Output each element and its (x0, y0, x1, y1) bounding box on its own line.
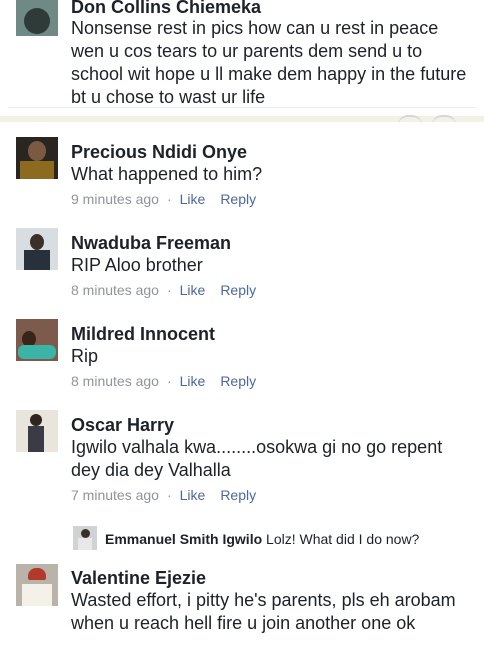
reply-button[interactable]: Reply (220, 282, 256, 298)
reply-button[interactable]: Reply (220, 191, 256, 207)
separator-dot: · (166, 191, 172, 207)
like-button[interactable]: Like (180, 487, 206, 503)
separator-dot: · (166, 487, 172, 503)
separator-dot: · (166, 373, 172, 389)
comment-author-name[interactable]: Nwaduba Freeman (71, 232, 231, 254)
reply-preview[interactable]: Emmanuel Smith Igwilo Lolz! What did I d… (73, 526, 473, 552)
comment-text: RIP Aloo brother (71, 255, 203, 275)
like-button[interactable]: Like (180, 191, 206, 207)
avatar[interactable] (73, 526, 97, 550)
comment-meta: 8 minutes ago · Like Reply (71, 281, 256, 299)
like-button[interactable]: Like (180, 282, 206, 298)
separator-dot: · (166, 282, 172, 298)
avatar[interactable] (16, 228, 58, 270)
comment-author-name[interactable]: Valentine Ejezie (71, 567, 206, 589)
like-button[interactable]: Like (180, 373, 206, 389)
divider (8, 107, 476, 108)
comment-meta: 8 minutes ago · Like Reply (71, 372, 256, 390)
avatar[interactable] (16, 410, 58, 452)
reply-author-name[interactable]: Emmanuel Smith Igwilo (105, 531, 262, 547)
avatar[interactable] (16, 137, 58, 179)
avatar[interactable] (16, 564, 58, 606)
avatar[interactable] (16, 319, 58, 361)
comment-time: 8 minutes ago (71, 282, 159, 298)
reply-button[interactable]: Reply (220, 373, 256, 389)
comment-text: Igwilo valhala kwa........osokwa gi no g… (71, 437, 443, 480)
avatar[interactable] (16, 0, 58, 36)
comment-author-name[interactable]: Don Collins Chiemeka (71, 0, 261, 18)
reply-button[interactable]: Reply (220, 487, 256, 503)
reaction-peek (432, 115, 456, 125)
comment-meta: 7 minutes ago · Like Reply (71, 486, 256, 504)
reaction-peek (398, 115, 422, 125)
comment-card-top: Don Collins Chiemeka Nonsense rest in pi… (0, 0, 484, 122)
comment-author-name[interactable]: Precious Ndidi Onye (71, 141, 247, 163)
comment-time: 9 minutes ago (71, 191, 159, 207)
comment-text: Rip (71, 346, 99, 366)
comment-author-name[interactable]: Mildred Innocent (71, 323, 215, 345)
reply-text: Lolz! What did I do now? (266, 531, 420, 547)
reply-text-line: Emmanuel Smith Igwilo Lolz! What did I d… (105, 530, 419, 548)
comment-time: 7 minutes ago (71, 487, 159, 503)
comment-time: 8 minutes ago (71, 373, 159, 389)
comment-author-name[interactable]: Oscar Harry (71, 414, 174, 436)
comment-meta: 9 minutes ago · Like Reply (71, 190, 256, 208)
comment-text: Nonsense rest in pics how can u rest in … (71, 18, 467, 107)
comment-text: What happened to him? (71, 164, 263, 184)
comment-text: Wasted effort, i pitty he's parents, pls… (71, 590, 456, 633)
